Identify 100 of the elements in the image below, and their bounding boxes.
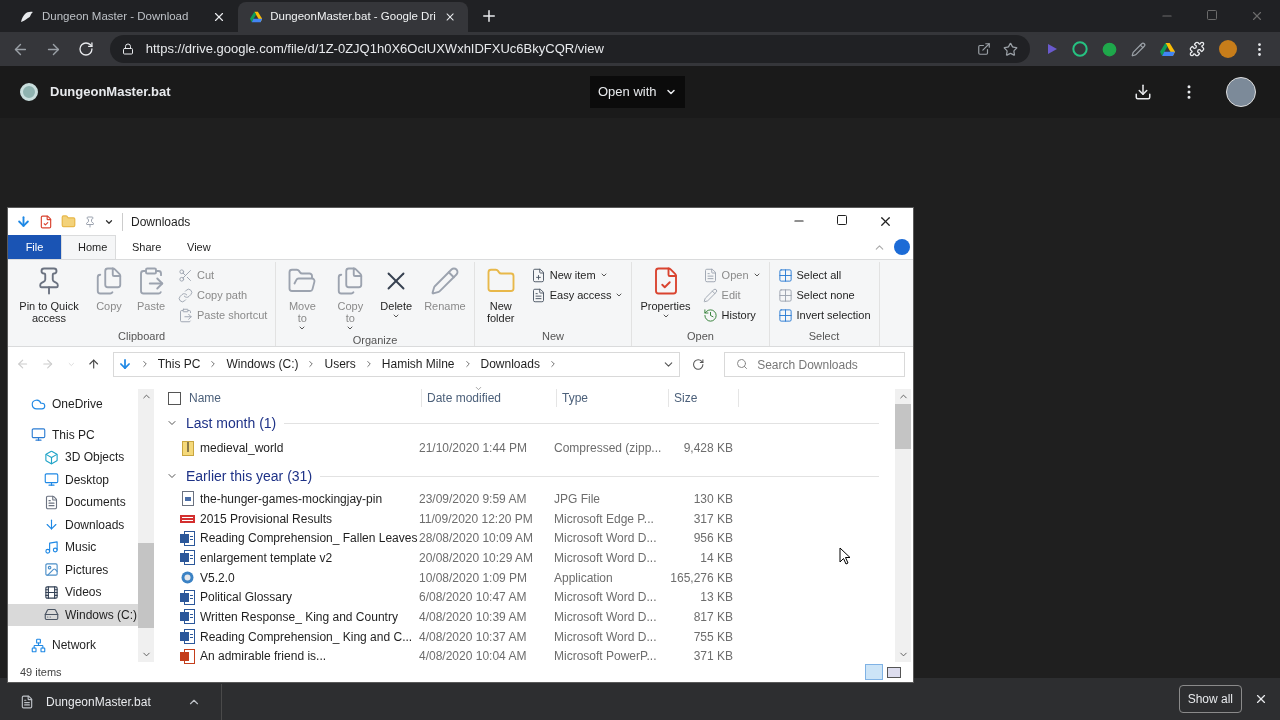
caret-icon [661, 312, 670, 320]
scrollbar[interactable] [895, 389, 911, 662]
ribbon-group-label: Open [686, 329, 715, 344]
nav-item[interactable]: Documents [8, 491, 138, 514]
open-in-new-icon[interactable] [977, 42, 991, 56]
pin-icon[interactable] [84, 215, 96, 228]
bookmark-star-icon[interactable] [1003, 41, 1018, 57]
up-icon[interactable] [87, 357, 101, 371]
file-row[interactable]: Reading Comprehension_ Fallen Leaves28/08/2020 10:09 AM Microsoft Word D... 956 KB [166, 528, 895, 549]
large-icons-view-icon[interactable] [887, 666, 901, 678]
file-row[interactable]: Political Glossary 6/08/2020 10:47 AM Microsoft Word D... 13 KB [166, 587, 895, 608]
ribbon-button[interactable]: History [702, 305, 761, 325]
file-row[interactable]: enlargement template v2 20/08/2020 10:29 AM Microsoft Word D... 14 KB [166, 548, 895, 568]
size-cell-text: 13 KB [699, 589, 733, 607]
ribbon-button[interactable]: Easy access [530, 285, 624, 305]
mouse-cursor-icon [839, 547, 851, 565]
scrollbar-thumb[interactable] [138, 543, 154, 628]
extension-icon[interactable] [1131, 41, 1146, 57]
size-cell-text: 165,276 KB [669, 569, 733, 587]
ribbon-tab[interactable]: Share [116, 235, 171, 259]
type-cell-text: Microsoft Word D... [554, 628, 658, 646]
ribbon-button[interactable]: Invert selection [777, 305, 871, 325]
column-header[interactable]: Size [669, 389, 739, 407]
group-header[interactable]: Earlier this year (31) [186, 465, 313, 487]
file-name: Political Glossary [200, 589, 293, 607]
address-bar[interactable]: This PC Windows (C:) Users Hamish Milne Downloads [112, 351, 680, 377]
zip-file-icon [181, 440, 194, 456]
close-icon[interactable] [878, 214, 893, 229]
ribbon-button[interactable]: Properties [636, 262, 695, 328]
ribbon-button[interactable]: New item [530, 265, 624, 285]
ribbon-tab[interactable]: File [8, 235, 61, 259]
nav-item[interactable]: Downloads [8, 513, 138, 536]
nav-icon [44, 472, 59, 488]
type-cell-text: Microsoft Word D... [554, 589, 658, 607]
word-document-icon [180, 589, 195, 605]
help-icon[interactable] [894, 239, 910, 255]
ribbon-button[interactable]: Pin to Quick access [12, 262, 86, 328]
nav-item[interactable]: Music [8, 536, 138, 559]
file-row[interactable]: An admirable friend is... 4/08/2020 10:04 AM Microsoft PowerP... 371 KB [166, 646, 895, 667]
properties-icon[interactable] [39, 214, 53, 229]
nav-item[interactable]: Videos [8, 581, 138, 604]
drive-icon[interactable] [1160, 42, 1175, 56]
close-tab-icon[interactable] [212, 10, 226, 24]
ribbon-button[interactable]: Select all [777, 265, 871, 285]
address-field[interactable]: https://drive.google.com/file/d/1Z-0ZJQ1h0X6OclUXWxhIDFXUc6BkyCQR/view [109, 35, 1030, 63]
breadcrumb-item[interactable]: Users [324, 355, 356, 373]
extension-icon[interactable] [1046, 43, 1058, 55]
file-row[interactable]: V5.2.0 10/08/2020 1:09 PM Application 165,276 KB [166, 567, 895, 588]
column-header[interactable]: Name [189, 389, 422, 407]
scrollbar[interactable] [138, 389, 154, 662]
ribbon-tab[interactable]: View [171, 235, 226, 259]
nav-item[interactable]: Pictures [8, 558, 138, 581]
scrollbar-thumb[interactable] [895, 404, 911, 449]
breadcrumb-item[interactable]: This PC [157, 355, 201, 373]
show-all-button[interactable]: Show all [1178, 685, 1242, 713]
ribbon-button[interactable]: Delete [376, 262, 417, 332]
size-cell-text: 9,428 KB [682, 440, 733, 457]
breadcrumb-item[interactable]: Downloads [480, 355, 540, 373]
breadcrumb-item[interactable]: Windows (C:) [226, 355, 299, 373]
extension-icon[interactable] [1072, 41, 1088, 57]
select-all-checkbox[interactable] [168, 391, 181, 405]
extensions-icon[interactable] [1189, 41, 1205, 57]
nav-item[interactable]: Windows (C:) [8, 603, 138, 626]
ribbon-button[interactable]: Select none [777, 285, 871, 305]
nav-item[interactable]: Network [8, 634, 138, 657]
breadcrumb-item[interactable]: Hamish Milne [381, 355, 455, 373]
file-row[interactable]: the-hunger-games-mockingjay-pin 23/09/2020 9:59 AM JPG File 130 KB [166, 489, 895, 509]
column-header[interactable]: Type [557, 389, 669, 407]
group-header[interactable]: Last month (1) [186, 412, 277, 434]
ribbon-tab[interactable]: Home [61, 235, 116, 259]
file-row[interactable]: medieval_world 21/10/2020 1:44 PM Compressed (zipp... 9,428 KB [166, 436, 895, 460]
ribbon-command-icon [178, 287, 193, 303]
file-name: enlargement template v2 [200, 549, 333, 567]
download-icon[interactable] [1134, 83, 1152, 101]
profile-avatar[interactable] [1219, 40, 1237, 58]
column-header[interactable]: Date modified [422, 389, 557, 407]
file-row[interactable]: 2015 Provisional Results 11/09/2020 12:20 PM Microsoft Edge P... 317 KB [166, 508, 895, 529]
extension-icon[interactable] [1102, 41, 1117, 57]
close-icon[interactable] [1254, 692, 1268, 706]
file-name: 2015 Provisional Results [200, 510, 333, 528]
restore-icon[interactable] [1206, 9, 1218, 21]
account-avatar[interactable] [1226, 77, 1256, 107]
file-row[interactable]: Written Response_ King and Country 4/08/2020 10:39 AM Microsoft Word D... 817 KB [166, 607, 895, 627]
ribbon-command-icon [702, 287, 718, 303]
dragon-icon [20, 10, 34, 24]
maximize-icon[interactable] [836, 214, 848, 226]
reload-icon[interactable] [77, 41, 94, 57]
browser-tab[interactable]: DungeonMaster.bat - Google Dri [238, 2, 468, 32]
download-item[interactable]: DungeonMaster.bat [0, 684, 222, 720]
new-tab-icon[interactable] [480, 7, 498, 25]
file-row[interactable]: Reading Comprehension_ King and C... 4/08/2020 10:37 AM Microsoft Word D... 755 KB [166, 626, 895, 647]
open-with-button[interactable]: Open with [590, 76, 685, 108]
browser-tab[interactable]: Dungeon Master - Download [8, 2, 238, 32]
refresh-icon[interactable] [691, 357, 705, 371]
nav-item[interactable]: 3D Objects [8, 446, 138, 469]
nav-item[interactable]: Desktop [8, 468, 138, 491]
search-field[interactable]: Search Downloads [724, 352, 905, 377]
ribbon-button[interactable]: New folder [478, 262, 523, 328]
nav-item[interactable]: OneDrive [8, 393, 138, 416]
nav-item[interactable]: This PC [8, 423, 138, 446]
